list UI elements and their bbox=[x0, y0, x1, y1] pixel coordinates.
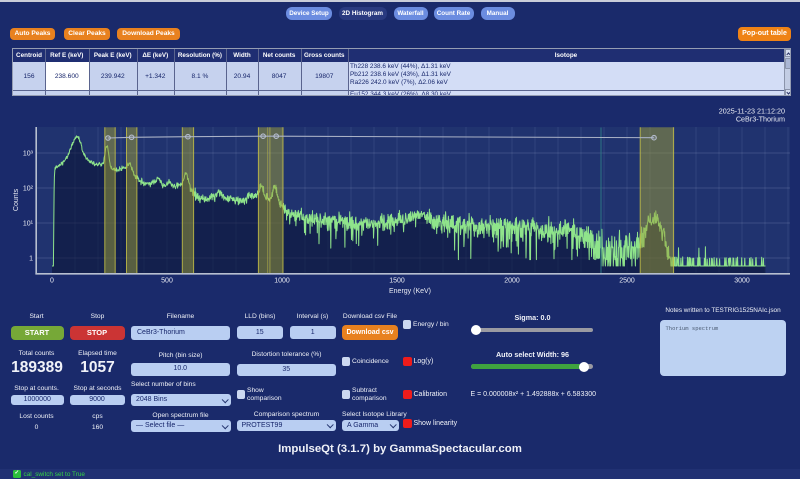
svg-text:2500: 2500 bbox=[619, 278, 635, 285]
svg-text:2000: 2000 bbox=[504, 278, 520, 285]
svg-text:CeBr3-Thorium: CeBr3-Thorium bbox=[736, 115, 785, 124]
svg-text:Counts: Counts bbox=[13, 188, 20, 211]
svg-text:1: 1 bbox=[29, 256, 33, 263]
svg-text:10³: 10³ bbox=[23, 151, 34, 158]
svg-text:10¹: 10¹ bbox=[23, 221, 34, 228]
svg-text:1000: 1000 bbox=[274, 278, 290, 285]
svg-text:500: 500 bbox=[161, 278, 173, 285]
svg-text:10²: 10² bbox=[23, 186, 34, 193]
svg-text:1500: 1500 bbox=[389, 278, 405, 285]
svg-text:Energy (KeV): Energy (KeV) bbox=[389, 288, 431, 295]
svg-text:3000: 3000 bbox=[734, 278, 750, 285]
svg-text:0: 0 bbox=[50, 278, 54, 285]
